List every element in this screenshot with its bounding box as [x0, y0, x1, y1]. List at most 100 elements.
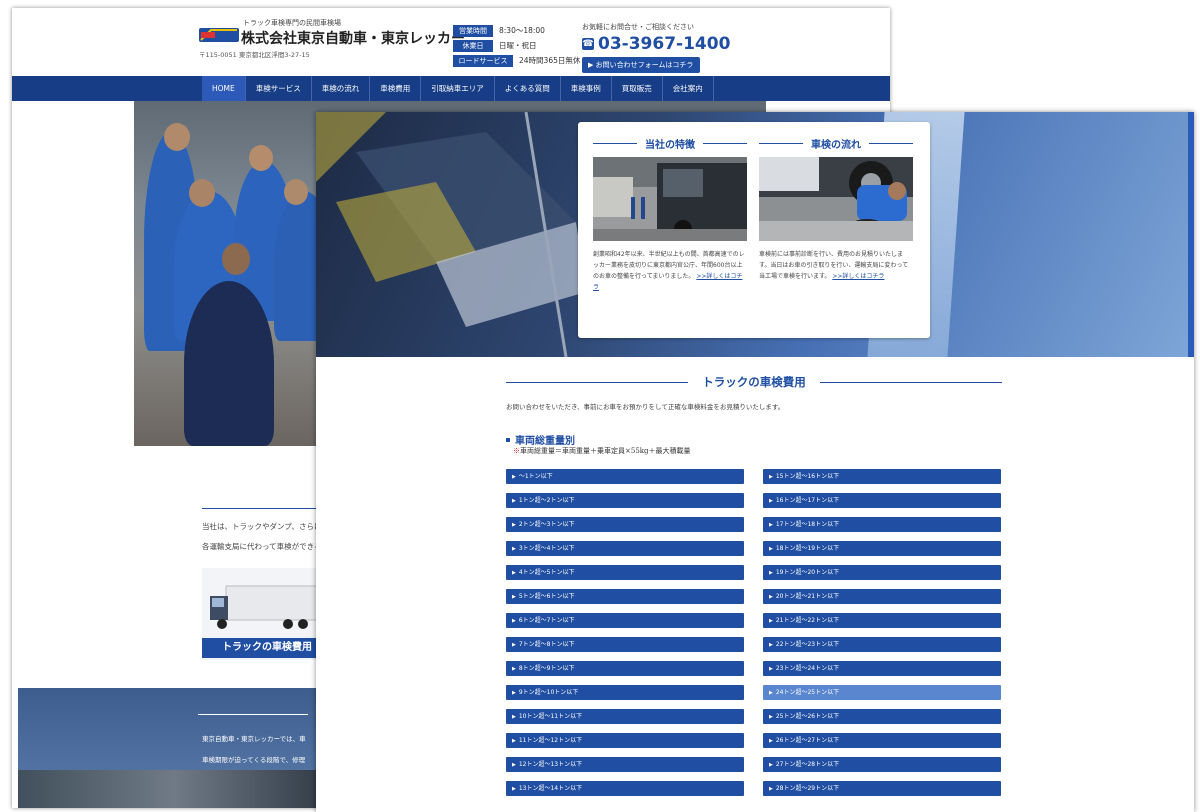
weight-class-button[interactable]: ▶ 13トン超〜14トン以下: [506, 781, 744, 796]
weight-class-label: 3トン超〜4トン以下: [518, 545, 575, 552]
band-text: 車検期限が迫ってくる段階で、修理: [202, 756, 306, 764]
section-title-row: トラックの車検費用: [506, 374, 1002, 390]
weight-class-button[interactable]: ▶ 25トン超〜26トン以下: [763, 709, 1001, 724]
weight-class-button[interactable]: ▶ 10トン超〜11トン以下: [506, 709, 744, 724]
category-note: ※車両総重量＝車両重量＋乗車定員×55kg＋最大積載量: [513, 446, 691, 456]
weight-class-button[interactable]: ▶ 22トン超〜23トン以下: [763, 637, 1001, 652]
hours-value: 8:30〜18:00: [499, 26, 545, 35]
weight-class-button[interactable]: ▶ 19トン超〜20トン以下: [763, 565, 1001, 580]
company-name: 株式会社東京自動車・東京レッカー: [241, 31, 465, 47]
weight-class-label: 27トン超〜28トン以下: [775, 761, 840, 768]
global-nav-list: HOME 車検サービス 車検の流れ 車検費用 引取納車エリア よくある質問 車検…: [202, 76, 714, 101]
weight-class-button[interactable]: ▶ 6トン超〜7トン以下: [506, 613, 744, 628]
weight-class-button[interactable]: ▶ 26トン超〜27トン以下: [763, 733, 1001, 748]
contact-caption: お気軽にお問合せ・ご相談ください: [582, 23, 694, 31]
triangle-right-icon: ▶: [512, 786, 516, 792]
nav-item-company[interactable]: 会社案内: [663, 76, 714, 101]
weight-class-label: 26トン超〜27トン以下: [775, 737, 840, 744]
nav-item-home[interactable]: HOME: [202, 76, 246, 101]
weight-class-label: 〜1トン以下: [518, 473, 553, 480]
weight-class-label: 20トン超〜21トン以下: [775, 593, 840, 600]
hours-row: ロードサービス 24時間365日無休: [453, 54, 580, 67]
weight-class-label: 10トン超〜11トン以下: [518, 713, 583, 720]
weight-class-button[interactable]: ▶ 1トン超〜2トン以下: [506, 493, 744, 508]
weight-class-button[interactable]: ▶ 4トン超〜5トン以下: [506, 565, 744, 580]
band-text: 東京自動車・東京レッカーでは、車: [202, 735, 306, 743]
truck-cost-card[interactable]: トラックの車検費用: [202, 568, 332, 660]
nav-item-cost[interactable]: 車検費用: [370, 76, 422, 101]
weight-class-label: 21トン超〜22トン以下: [775, 617, 840, 624]
hours-value: 24時間365日無休: [519, 56, 581, 65]
company-logo[interactable]: [199, 24, 239, 46]
nav-item-faq[interactable]: よくある質問: [495, 76, 561, 101]
company-address: 〒115-0051 東京都北区浮間3-27-15: [199, 51, 310, 59]
triangle-right-icon: ▶: [769, 762, 773, 768]
feature-detail-link[interactable]: >>詳しくはコチラ: [832, 273, 884, 280]
note-mark: ※: [513, 447, 520, 455]
hero-edge: [1188, 112, 1194, 357]
weight-class-button[interactable]: ▶ 28トン超〜29トン以下: [763, 781, 1001, 796]
weight-class-button[interactable]: ▶ 3トン超〜4トン以下: [506, 541, 744, 556]
weight-class-button[interactable]: ▶ 5トン超〜6トン以下: [506, 589, 744, 604]
nav-item-flow[interactable]: 車検の流れ: [312, 76, 371, 101]
phone-number[interactable]: 03-3967-1400: [598, 34, 730, 54]
phone-block[interactable]: ☎ 03-3967-1400: [582, 34, 730, 54]
weight-class-label: 1トン超〜2トン以下: [518, 497, 575, 504]
triangle-right-icon: ▶: [769, 594, 773, 600]
triangle-right-icon: ▶: [512, 594, 516, 600]
weight-class-button[interactable]: ▶ 18トン超〜19トン以下: [763, 541, 1001, 556]
triangle-right-icon: ▶: [512, 762, 516, 768]
triangle-right-icon: ▶: [512, 522, 516, 528]
weight-class-button[interactable]: ▶ 16トン超〜17トン以下: [763, 493, 1001, 508]
front-page-screenshot: 当社の特徴 創業昭和42年以来、半世紀以上もの間、首都高速でのレッカー業務を皮切…: [316, 112, 1194, 812]
weight-class-button[interactable]: ▶ 12トン超〜13トン以下: [506, 757, 744, 772]
weight-class-label: 19トン超〜20トン以下: [775, 569, 840, 576]
triangle-right-icon: ▶: [769, 474, 773, 480]
weight-class-button[interactable]: ▶ 15トン超〜16トン以下: [763, 469, 1001, 484]
triangle-right-icon: ▶: [769, 618, 773, 624]
intro-text: 各運輸支局に代わって車検ができる: [202, 542, 322, 551]
nav-item-cases[interactable]: 車検事例: [561, 76, 612, 101]
section-lead: お問い合わせをいただき、事前にお車をお預かりをして正確な車検料金をお見積りいたし…: [506, 403, 785, 411]
global-nav: HOME 車検サービス 車検の流れ 車検費用 引取納車エリア よくある質問 車検…: [12, 76, 890, 101]
weight-class-button[interactable]: ▶ 〜1トン以下: [506, 469, 744, 484]
triangle-right-icon: ▶: [769, 690, 773, 696]
staff-head: [222, 243, 250, 275]
staff-head: [284, 179, 308, 205]
hours-value: 日曜・祝日: [499, 41, 537, 50]
hours-label: 休業日: [453, 39, 493, 52]
triangle-right-icon: ▶: [769, 714, 773, 720]
weight-class-button[interactable]: ▶ 27トン超〜28トン以下: [763, 757, 1001, 772]
hours-label: ロードサービス: [453, 54, 513, 67]
weight-class-button[interactable]: ▶ 23トン超〜24トン以下: [763, 661, 1001, 676]
nav-item-area[interactable]: 引取納車エリア: [421, 76, 495, 101]
business-hours: 営業時間 8:30〜18:00 休業日 日曜・祝日 ロードサービス 24時間36…: [453, 24, 580, 69]
nav-item-sales[interactable]: 買取販売: [612, 76, 663, 101]
weight-class-button[interactable]: ▶ 11トン超〜12トン以下: [506, 733, 744, 748]
weight-class-label: 11トン超〜12トン以下: [518, 737, 583, 744]
triangle-right-icon: ▶: [512, 666, 516, 672]
weight-class-button[interactable]: ▶ 17トン超〜18トン以下: [763, 517, 1001, 532]
weight-class-button[interactable]: ▶ 21トン超〜22トン以下: [763, 613, 1001, 628]
triangle-right-icon: ▶: [512, 738, 516, 744]
weight-class-button[interactable]: ▶ 20トン超〜21トン以下: [763, 589, 1001, 604]
hours-row: 営業時間 8:30〜18:00: [453, 24, 580, 37]
weight-class-button[interactable]: ▶ 24トン超〜25トン以下: [763, 685, 1001, 700]
contact-form-button[interactable]: ▶ お問い合わせフォームはコチラ: [582, 57, 700, 73]
nav-item-service[interactable]: 車検サービス: [246, 76, 312, 101]
phone-icon: ☎: [582, 38, 594, 50]
weight-class-button[interactable]: ▶ 8トン超〜9トン以下: [506, 661, 744, 676]
weight-class-button[interactable]: ▶ 2トン超〜3トン以下: [506, 517, 744, 532]
features-card: 当社の特徴 創業昭和42年以来、半世紀以上もの間、首都高速でのレッカー業務を皮切…: [578, 122, 930, 338]
weight-class-button[interactable]: ▶ 9トン超〜10トン以下: [506, 685, 744, 700]
band-divider: [198, 714, 308, 715]
site-header: トラック車検専門の民間車検場 株式会社東京自動車・東京レッカー 〒115-005…: [12, 8, 890, 76]
feature-text: 車検前には事前診断を行い、費用のお見積りいたします。当日はお車の引き取りを行い、…: [759, 249, 913, 282]
hours-row: 休業日 日曜・祝日: [453, 39, 580, 52]
category-title: 車両総重量別: [506, 432, 575, 447]
staff-head: [249, 145, 273, 171]
triangle-right-icon: ▶: [769, 666, 773, 672]
weight-class-button[interactable]: ▶ 7トン超〜8トン以下: [506, 637, 744, 652]
truck-image: [210, 585, 319, 629]
hero-flag-graphic: [316, 112, 586, 357]
